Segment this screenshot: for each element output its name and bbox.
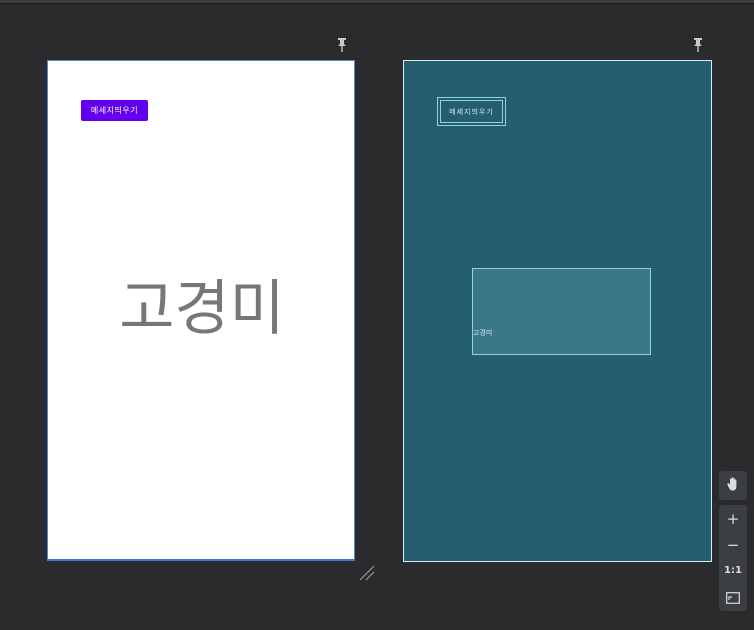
pin-icon[interactable] <box>335 37 349 53</box>
blueprint-button-label: 메세지띄우기 <box>440 100 503 123</box>
blueprint-text-label: 고경미 <box>473 329 493 337</box>
zoom-toolbar: + − 1:1 <box>719 505 747 611</box>
top-divider <box>0 0 754 4</box>
blueprint-name-text[interactable]: 고경미 <box>472 268 651 355</box>
blueprint-preview[interactable]: 메세지띄우기 고경미 <box>403 60 712 562</box>
zoom-out-button[interactable]: − <box>719 532 747 558</box>
pan-tool-button[interactable] <box>719 471 747 500</box>
zoom-in-button[interactable]: + <box>719 506 747 532</box>
blueprint-message-button[interactable]: 메세지띄우기 <box>437 97 506 126</box>
name-text[interactable]: 고경미 <box>48 269 356 349</box>
pin-icon[interactable] <box>691 37 705 53</box>
design-preview[interactable]: 메세지띄우기 고경미 <box>47 60 355 561</box>
fit-screen-button[interactable] <box>719 584 747 610</box>
hand-icon <box>725 476 741 496</box>
message-button[interactable]: 메세지띄우기 <box>81 100 148 121</box>
actual-size-button[interactable]: 1:1 <box>719 558 747 584</box>
resize-handle-icon[interactable] <box>357 563 377 583</box>
fit-screen-icon <box>726 588 740 606</box>
